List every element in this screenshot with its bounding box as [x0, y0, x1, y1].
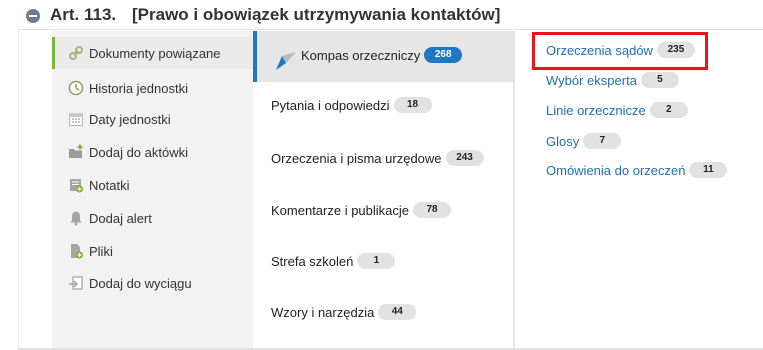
subcategory-label: Wybór eksperta [546, 72, 637, 88]
article-title: [Prawo i obowiązek utrzymywania kontaktó… [132, 5, 501, 24]
count-badge: 5 [640, 72, 679, 88]
subcategory-omowienia-do-orzeczen[interactable]: Omówienia do orzeczeń 11 [546, 162, 728, 178]
sidebar-item-daty-jednostki[interactable]: Daty jednostki [52, 103, 253, 135]
article-number: Art. 113. [50, 5, 117, 24]
sidebar-item-pliki[interactable]: Pliki [52, 235, 253, 267]
count-badge: 44 [378, 304, 417, 320]
subcategory-label: Omówienia do orzeczeń [546, 162, 686, 178]
sidebar-item-label: Dodaj alert [89, 210, 152, 226]
calendar-icon [69, 113, 83, 126]
highlight-frame [532, 32, 708, 70]
count-badge: 1 [357, 253, 396, 269]
link-icon [69, 46, 83, 60]
category-wzory-i-narzedzia[interactable]: Wzory i narzędzia 44 [271, 304, 417, 320]
category-pytania-i-odpowiedzi[interactable]: Pytania i odpowiedzi 18 [271, 97, 432, 113]
count-badge: 11 [689, 162, 728, 178]
sidebar-item-label: Pliki [89, 243, 113, 259]
category-strefa-szkolen[interactable]: Strefa szkoleń 1 [271, 253, 396, 269]
sidebar-item-label: Historia jednostki [89, 80, 188, 96]
article-header: Art. 113. [Prawo i obowiązek utrzymywani… [0, 0, 763, 30]
clock-icon [68, 80, 84, 96]
sidebar-item-dokumenty-powiazane[interactable]: Dokumenty powiązane [52, 37, 253, 69]
category-label: Wzory i narzędzia [271, 304, 375, 320]
note-add-icon [70, 179, 83, 193]
category-orzeczenia-i-pisma-urzedowe[interactable]: Orzeczenia i pisma urzędowe 243 [271, 150, 484, 166]
compass-icon [276, 52, 296, 70]
sidebar-item-dodaj-alert[interactable]: Dodaj alert [52, 202, 253, 234]
category-label: Pytania i odpowiedzi [271, 97, 390, 113]
count-badge: 268 [424, 47, 463, 63]
subcategory-label: Glosy [546, 133, 580, 149]
subcategory-wybor-eksperta[interactable]: Wybór eksperta 5 [546, 72, 679, 88]
bell-icon [70, 211, 82, 226]
file-add-icon [71, 244, 83, 259]
subcategory-label: Linie orzecznicze [546, 102, 646, 118]
sidebar-item-label: Notatki [89, 177, 130, 193]
sidebar-item-historia-jednostki[interactable]: Historia jednostki [52, 72, 253, 104]
sidebar: Dokumenty powiązane Historia jednostki D… [52, 31, 253, 350]
count-badge: 243 [445, 150, 484, 166]
category-label: Orzeczenia i pisma urzędowe [271, 150, 442, 166]
count-badge: 18 [393, 97, 432, 113]
collapse-minus-icon[interactable] [26, 9, 40, 23]
count-badge: 78 [413, 202, 452, 218]
folder-add-icon [69, 144, 83, 158]
sidebar-item-label: Dodaj do aktówki [89, 144, 188, 160]
sidebar-item-notatki[interactable]: Notatki [52, 169, 253, 201]
export-icon [69, 276, 83, 290]
count-badge: 7 [583, 133, 622, 149]
category-komentarze-i-publikacje[interactable]: Komentarze i publikacje 78 [271, 202, 452, 218]
sidebar-item-label: Daty jednostki [89, 111, 171, 127]
left-divider [18, 29, 19, 350]
sidebar-item-dodaj-do-wyciagu[interactable]: Dodaj do wyciągu [52, 267, 253, 299]
sidebar-item-label: Dodaj do wyciągu [89, 275, 192, 291]
category-label: Kompas orzeczniczy [301, 47, 421, 63]
sidebar-item-dodaj-do-aktowki[interactable]: Dodaj do aktówki [52, 136, 253, 168]
sidebar-item-label: Dokumenty powiązane [89, 45, 221, 61]
category-label: Strefa szkoleń [271, 253, 354, 269]
header-divider [18, 29, 763, 30]
subcategory-glosy[interactable]: Glosy 7 [546, 133, 622, 149]
count-badge: 2 [649, 102, 688, 118]
subcategory-linie-orzecznicze[interactable]: Linie orzecznicze 2 [546, 102, 688, 118]
category-label: Komentarze i publikacje [271, 202, 410, 218]
category-kompas-orzeczniczy[interactable]: Kompas orzeczniczy 268 [301, 47, 463, 63]
